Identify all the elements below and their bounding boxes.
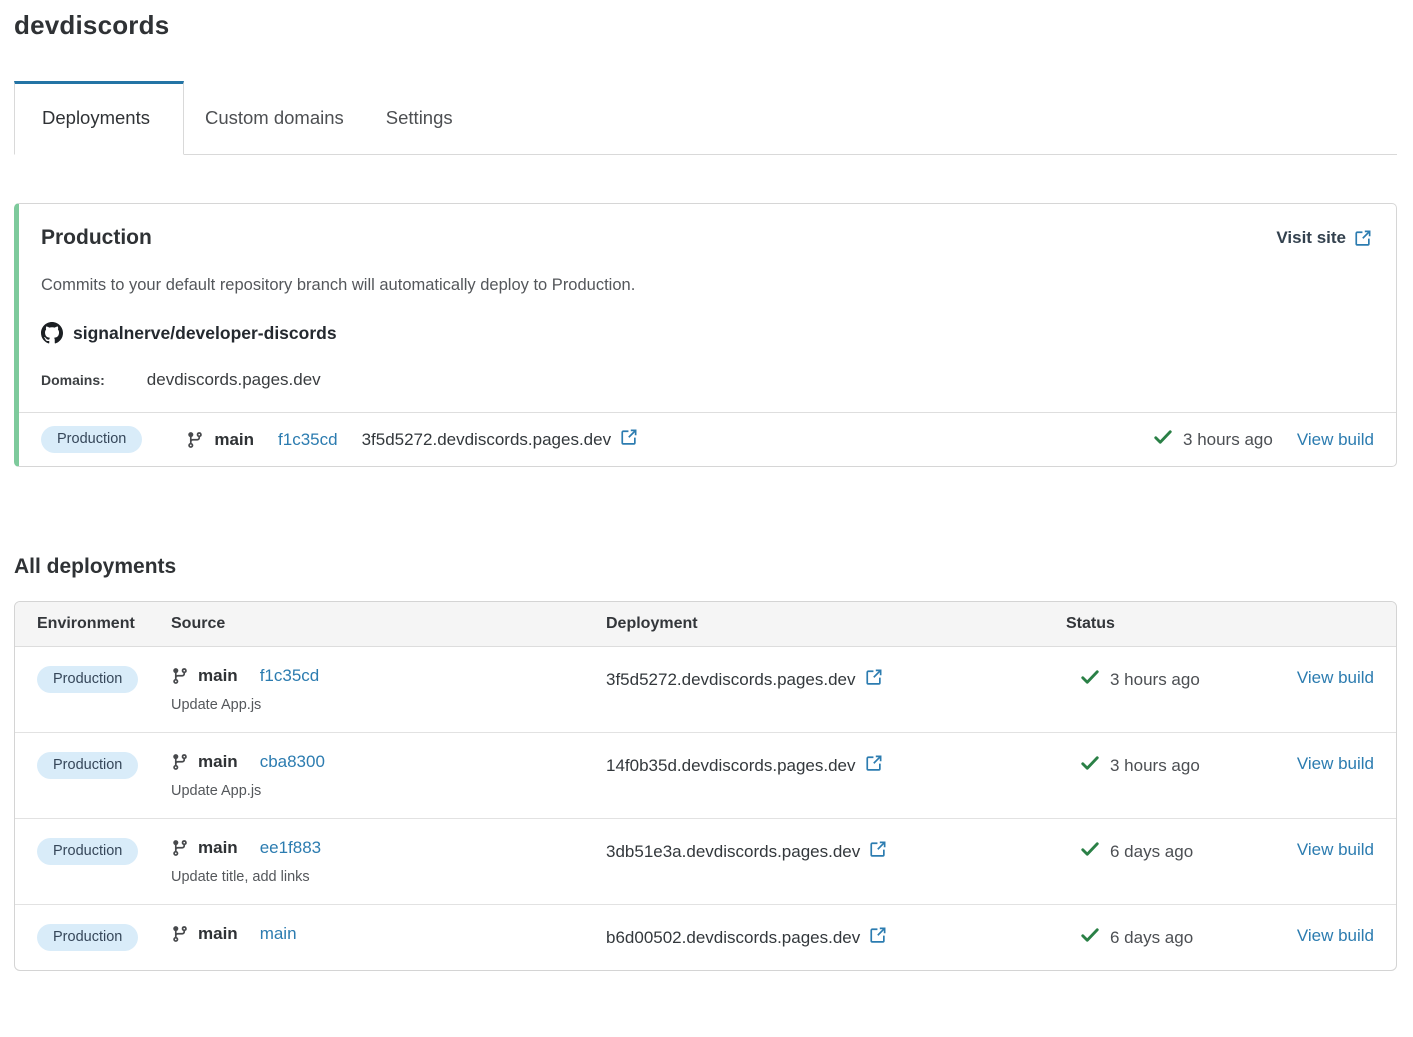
table-row: Production main cba8300 Update App.js 14…	[15, 733, 1396, 819]
branch-name: main	[198, 924, 238, 944]
external-link-icon[interactable]	[869, 926, 887, 949]
success-check-icon	[1153, 427, 1173, 452]
environment-badge: Production	[37, 666, 138, 693]
visit-site-link[interactable]: Visit site	[1276, 228, 1372, 248]
production-card-title: Production	[41, 226, 152, 250]
external-link-icon[interactable]	[620, 428, 638, 451]
branch-name: main	[198, 838, 238, 858]
view-build-link[interactable]: View build	[1297, 840, 1374, 859]
deployment-url: 3db51e3a.devdiscords.pages.dev	[606, 842, 860, 862]
visit-site-label: Visit site	[1276, 228, 1346, 248]
success-check-icon	[1080, 839, 1100, 864]
tab-deployments[interactable]: Deployments	[14, 81, 184, 155]
environment-badge: Production	[37, 924, 138, 951]
view-build-link[interactable]: View build	[1297, 430, 1374, 450]
page-root: devdiscords Deployments Custom domains S…	[0, 0, 1413, 991]
production-deployment-row: Production main f1c35cd 3f5d5272.devdisc…	[19, 412, 1396, 466]
git-branch-icon	[171, 667, 189, 685]
branch-name: main	[198, 666, 238, 686]
environment-badge: Production	[37, 838, 138, 865]
deployments-table: Environment Source Deployment Status Pro…	[14, 601, 1397, 971]
table-header: Environment Source Deployment Status	[15, 602, 1396, 647]
production-card: Production Visit site Commits to your de…	[14, 203, 1397, 467]
commit-link[interactable]: cba8300	[260, 752, 325, 772]
tab-settings[interactable]: Settings	[365, 81, 474, 154]
column-header-environment: Environment	[37, 615, 171, 633]
commit-message: Update App.js	[171, 783, 606, 799]
status-time: 3 hours ago	[1110, 756, 1200, 776]
view-build-link[interactable]: View build	[1297, 754, 1374, 773]
tab-custom-domains[interactable]: Custom domains	[184, 81, 365, 154]
status-time: 6 days ago	[1110, 928, 1193, 948]
external-link-icon	[1354, 229, 1372, 247]
domains-label: Domains:	[41, 372, 105, 388]
status-time: 3 hours ago	[1183, 430, 1273, 450]
git-branch-icon	[171, 753, 189, 771]
deployment-url: 14f0b35d.devdiscords.pages.dev	[606, 756, 856, 776]
branch-name: main	[214, 430, 254, 450]
table-row: Production main ee1f883 Update title, ad…	[15, 819, 1396, 905]
branch-name: main	[198, 752, 238, 772]
success-check-icon	[1080, 753, 1100, 778]
column-header-source: Source	[171, 615, 606, 633]
repo-name[interactable]: signalnerve/developer-discords	[73, 323, 337, 344]
status-time: 3 hours ago	[1110, 670, 1200, 690]
git-branch-icon	[171, 839, 189, 857]
commit-link[interactable]: f1c35cd	[260, 666, 320, 686]
commit-link[interactable]: f1c35cd	[278, 430, 338, 450]
external-link-icon[interactable]	[865, 754, 883, 777]
status-time: 6 days ago	[1110, 842, 1193, 862]
repo-row: signalnerve/developer-discords	[41, 322, 1372, 344]
external-link-icon[interactable]	[865, 668, 883, 691]
external-link-icon[interactable]	[869, 840, 887, 863]
tab-bar: Deployments Custom domains Settings	[14, 81, 1397, 155]
domains-row: Domains: devdiscords.pages.dev	[41, 370, 1372, 412]
page-title: devdiscords	[14, 10, 1397, 41]
view-build-link[interactable]: View build	[1297, 926, 1374, 945]
production-description: Commits to your default repository branc…	[41, 276, 1372, 295]
deployment-url: 3f5d5272.devdiscords.pages.dev	[606, 670, 856, 690]
environment-badge: Production	[37, 752, 138, 779]
success-check-icon	[1080, 925, 1100, 950]
table-row: Production main main b6d00502.devdiscord…	[15, 905, 1396, 970]
table-row: Production main f1c35cd Update App.js 3f…	[15, 647, 1396, 733]
commit-message: Update title, add links	[171, 869, 606, 885]
column-header-deployment: Deployment	[606, 615, 1066, 633]
view-build-link[interactable]: View build	[1297, 668, 1374, 687]
success-check-icon	[1080, 667, 1100, 692]
commit-link[interactable]: ee1f883	[260, 838, 321, 858]
github-icon	[41, 322, 63, 344]
commit-message: Update App.js	[171, 697, 606, 713]
all-deployments-title: All deployments	[14, 555, 1397, 579]
environment-badge: Production	[41, 426, 142, 453]
deployment-url: 3f5d5272.devdiscords.pages.dev	[362, 430, 612, 450]
git-branch-icon	[186, 431, 204, 449]
domains-value: devdiscords.pages.dev	[147, 370, 321, 390]
deployments-table-body: Production main f1c35cd Update App.js 3f…	[15, 647, 1396, 970]
commit-link[interactable]: main	[260, 924, 297, 944]
column-header-status: Status	[1066, 615, 1284, 633]
deployment-url: b6d00502.devdiscords.pages.dev	[606, 928, 860, 948]
git-branch-icon	[171, 925, 189, 943]
